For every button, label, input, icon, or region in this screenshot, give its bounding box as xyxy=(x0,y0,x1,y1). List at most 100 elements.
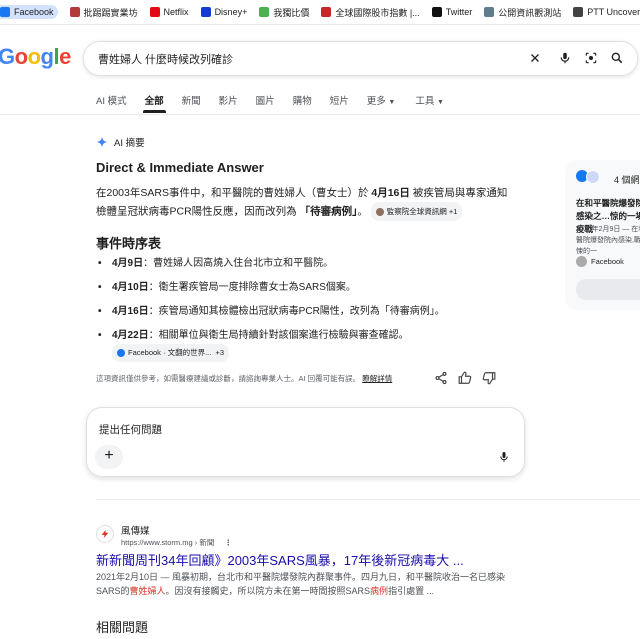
source-favicon xyxy=(375,207,384,216)
snippet-highlight: 曹姓婦人 xyxy=(129,586,166,596)
bookmark-favicon-icon xyxy=(573,7,584,17)
source-chip[interactable]: Facebook · 文翻的世界... +3 xyxy=(112,344,230,362)
timeline-text: ：疾管局通知其檢體檢出冠狀病毒PCR陽性，改列為「待審病例」。 xyxy=(148,306,445,317)
microphone-icon[interactable] xyxy=(558,51,572,65)
bookmark-item[interactable]: 全球國際股市指數 |... xyxy=(321,6,420,19)
tab-more-label: 更多 xyxy=(366,96,386,107)
result-title-link[interactable]: 新新聞周刊34年回顧》2003年SARS風暴，17年後新冠病毒大 ... xyxy=(96,550,464,569)
bookmark-label: PTT Uncovered - P... xyxy=(587,7,640,17)
tab-all[interactable]: 全部 xyxy=(142,93,166,113)
bookmark-item[interactable]: Twitter xyxy=(431,7,473,17)
result-site-name[interactable]: 風傳媒 xyxy=(121,523,150,537)
ai-para-part: 在2003年SARS事件中，和平醫院的曹姓婦人（曹女士）於 xyxy=(96,187,372,199)
tab-tools-label: 工具 xyxy=(415,96,435,107)
tab-shopping[interactable]: 購物 xyxy=(293,93,312,107)
followup-placeholder[interactable]: 提出任何問題 xyxy=(99,422,162,437)
bookmark-item[interactable]: Netflix xyxy=(149,7,189,17)
source-chip[interactable]: 監察院全球資訊網 +1 xyxy=(370,202,463,221)
bookmark-favicon-icon xyxy=(200,7,211,17)
search-icon[interactable] xyxy=(610,51,624,65)
lens-icon[interactable] xyxy=(584,51,598,65)
bookmark-favicon-icon xyxy=(431,7,442,17)
bookmark-item[interactable]: Facebook xyxy=(0,5,58,19)
tab-ai-mode[interactable]: AI 模式 xyxy=(96,93,127,107)
timeline-text: ：衛生署疾管局一度排除曹女士為SARS個案。 xyxy=(148,282,356,293)
timeline-date: 4月22日 xyxy=(112,330,149,341)
bookmark-item[interactable]: 我獨比價 xyxy=(259,6,309,19)
bookmark-label: 公開資訊觀測站 xyxy=(498,7,562,18)
more-options-icon[interactable]: ⋮ xyxy=(224,538,232,547)
result-url-text: https://www.storm.mg › 新聞 xyxy=(121,538,215,547)
ai-answer-paragraph: 在2003年SARS事件中，和平醫院的曹姓婦人（曹女士）於 4月16日 被疾管局… xyxy=(96,185,516,221)
bookmark-label: Facebook xyxy=(14,7,54,17)
source-card-source: Facebook xyxy=(576,256,624,267)
bookmark-label: 全球國際股市指數 |... xyxy=(335,7,420,18)
avatar xyxy=(576,256,587,267)
ai-followup-box[interactable]: 提出任何問題 + xyxy=(86,407,525,477)
snippet-part: 指引處置 ... xyxy=(388,586,435,596)
bookmark-label: Netflix xyxy=(163,7,189,17)
storm-logo-icon xyxy=(101,529,109,539)
bookmark-favicon-icon xyxy=(259,7,270,17)
tab-shorts[interactable]: 短片 xyxy=(330,93,349,107)
show-all-button[interactable] xyxy=(576,279,640,300)
feedback-actions xyxy=(434,371,496,385)
learn-more-link[interactable]: 瞭解詳情 xyxy=(362,374,392,383)
timeline-item: 4月22日：相關單位與衛生局持續針對該個案進行檢驗與審查確認。 Facebook… xyxy=(98,328,518,362)
bookmark-label: 我獨比價 xyxy=(273,7,310,18)
microphone-icon[interactable] xyxy=(498,450,510,464)
tab-tools[interactable]: 工具 ▼ xyxy=(415,93,444,107)
section-divider xyxy=(96,499,640,500)
facebook-icon xyxy=(117,349,125,357)
tabs-divider xyxy=(0,114,640,115)
bookmark-favicon-icon xyxy=(149,7,160,17)
ai-para-status: 「待審病例」 xyxy=(299,205,358,218)
tab-videos[interactable]: 影片 xyxy=(219,93,238,107)
sources-count[interactable]: 4 個網 xyxy=(614,173,640,186)
bookmark-item[interactable]: PTT Uncovered - P... xyxy=(573,7,640,17)
search-box[interactable]: 曹姓婦人 什麼時候改列確診 xyxy=(83,41,638,76)
result-url[interactable]: https://www.storm.mg › 新聞 ⋮ xyxy=(121,537,232,548)
ai-overview-label: AI 摘要 xyxy=(114,138,145,149)
bookmarks-bar: Facebook 批踢踢實業坊 Netflix Disney+ 我獨比價 全球國際股市指數… xyxy=(0,0,640,25)
timeline-date: 4月16日 xyxy=(112,306,149,317)
disclaimer-text: 這項資訊僅供參考，如需醫療建議或診斷，請諮詢專業人士。AI 回覆可能有誤。 xyxy=(96,374,361,383)
bookmark-item[interactable]: Disney+ xyxy=(200,7,247,17)
timeline-date: 4月9日 xyxy=(112,258,144,269)
result-favicon[interactable] xyxy=(96,525,114,543)
google-logo[interactable]: Google xyxy=(0,44,71,70)
result-site-label: 風傳媒 xyxy=(121,526,150,537)
source-chip-more: +3 xyxy=(215,348,225,357)
ai-para-part: 。 xyxy=(357,205,368,218)
tab-more[interactable]: 更多 ▼ xyxy=(367,93,396,107)
thumbs-down-icon[interactable] xyxy=(482,371,496,385)
timeline-date: 4月10日 xyxy=(112,282,149,293)
snippet-part: 。因沒有接觸史，所以院方未在第一時間按照SARS xyxy=(165,586,371,596)
tab-images[interactable]: 圖片 xyxy=(256,93,275,107)
chevron-down-icon: ▼ xyxy=(436,99,444,106)
bookmark-item[interactable]: 公開資訊觀測站 xyxy=(484,6,561,19)
clear-icon[interactable] xyxy=(528,51,542,65)
search-tabs: AI 模式 全部 新聞 影片 圖片 購物 短片 更多 ▼ 工具 ▼ xyxy=(96,93,462,113)
bookmark-item[interactable]: 批踢踢實業坊 xyxy=(69,6,138,19)
search-query-text[interactable]: 曹姓婦人 什麼時候改列確診 xyxy=(98,51,233,67)
source-avatar-icon xyxy=(586,170,600,184)
bookmark-label: Twitter xyxy=(445,7,473,17)
timeline-title: 事件時序表 xyxy=(96,236,162,251)
ai-sources-card[interactable]: 4 個網 在和平醫院爆發院內感染之…惊的一場防疫戰 2020年2月9日 — 在和… xyxy=(565,160,640,310)
source-card-desc: 2020年2月9日 — 在和平醫院爆發院內感染,戰起驚悚的一 xyxy=(576,226,640,255)
plus-icon[interactable]: + xyxy=(95,445,123,469)
source-chip-label: Facebook · 文翻的世界... xyxy=(128,348,212,357)
share-icon[interactable] xyxy=(434,371,448,385)
timeline-text: ：相關單位與衛生局持續針對該個案進行檢驗與審查確認。 xyxy=(148,330,409,341)
tab-news[interactable]: 新聞 xyxy=(182,93,201,107)
snippet-highlight: 病例 xyxy=(370,586,389,596)
chevron-down-icon: ▼ xyxy=(388,99,396,106)
ai-disclaimer: 這項資訊僅供參考，如需醫療建議或診斷，請諮詢專業人士。AI 回覆可能有誤。 瞭解… xyxy=(96,373,392,384)
related-questions-title: 相關問題 xyxy=(96,620,149,635)
source-chip-label: 監察院全球資訊網 +1 xyxy=(386,207,458,216)
timeline-item: 4月9日：曹姓婦人因高燒入住台北市立和平醫院。 xyxy=(98,256,518,272)
thumbs-up-icon[interactable] xyxy=(458,371,472,385)
bookmark-favicon-icon xyxy=(69,7,80,17)
ai-answer-title: Direct & Immediate Answer xyxy=(96,160,264,175)
